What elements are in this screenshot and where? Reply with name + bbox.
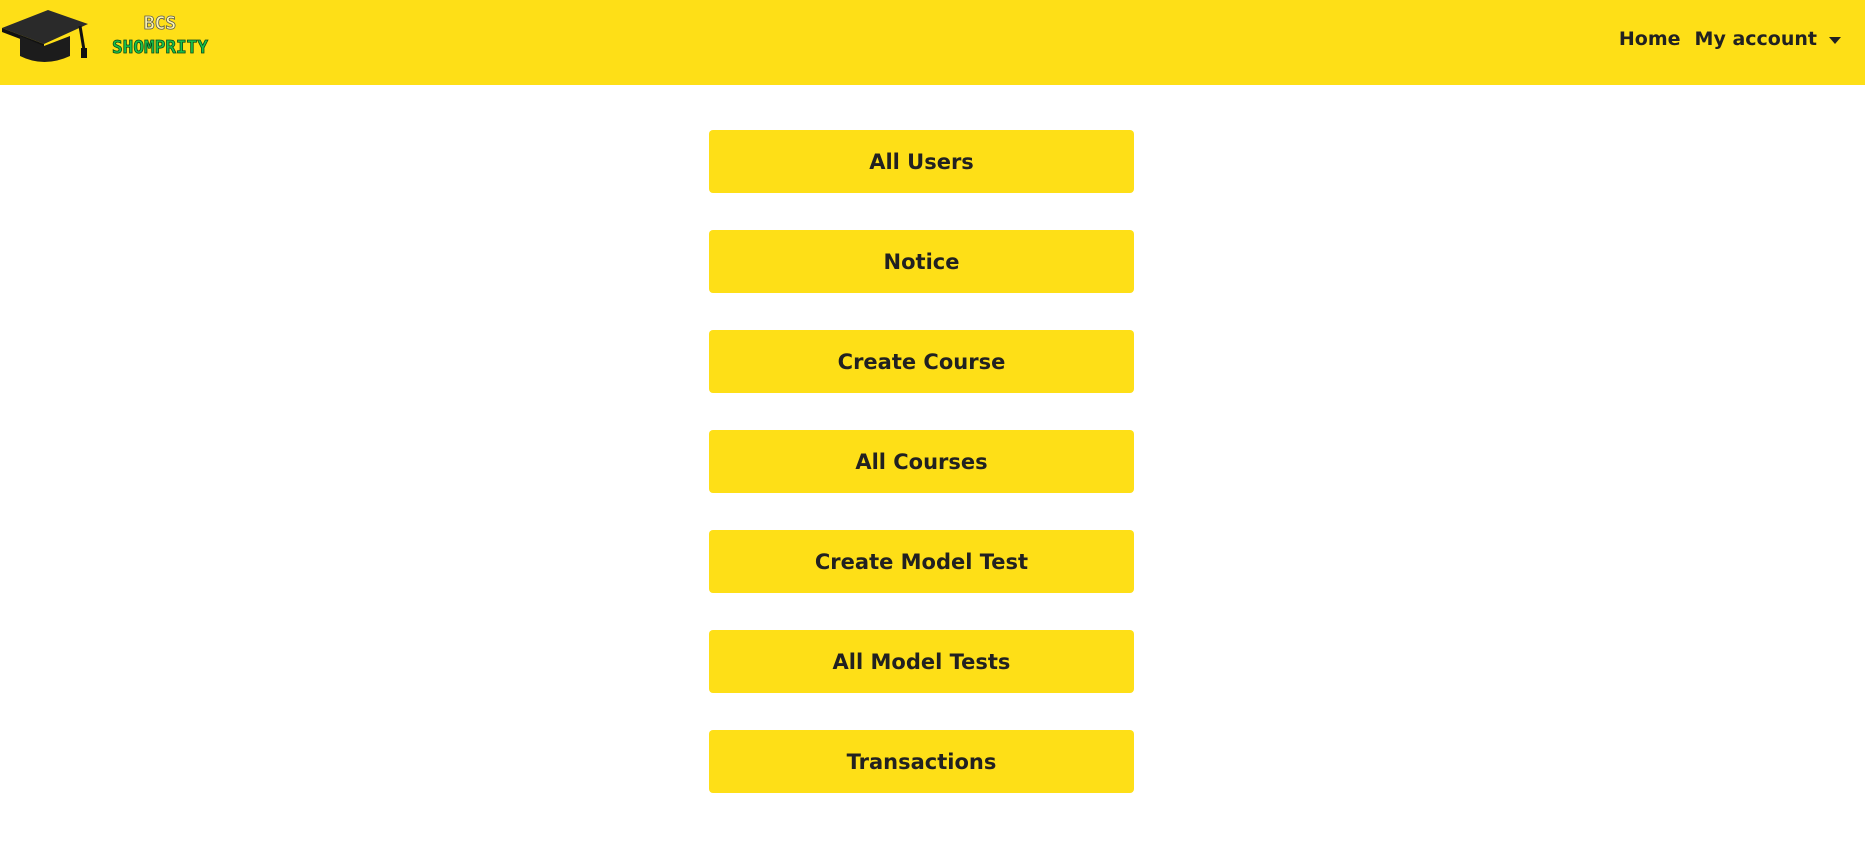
navbar: BCS SHOMPRITY Home My account [0, 0, 1865, 85]
all-users-button[interactable]: All Users [709, 130, 1134, 193]
transactions-button[interactable]: Transactions [709, 730, 1134, 793]
all-courses-button[interactable]: All Courses [709, 430, 1134, 493]
create-course-button[interactable]: Create Course [709, 330, 1134, 393]
graduation-cap-icon: BCS SHOMPRITY [2, 10, 209, 62]
nav-home-link[interactable]: Home [1619, 28, 1681, 50]
brand-line1: BCS [144, 13, 177, 34]
brand-logo[interactable]: BCS SHOMPRITY [0, 0, 215, 80]
nav-links: Home My account [1605, 22, 1841, 56]
caret-down-icon [1829, 36, 1841, 44]
nav-home-label: Home [1618, 28, 1681, 50]
create-model-test-button[interactable]: Create Model Test [709, 530, 1134, 593]
admin-menu: All Users Notice Create Course All Cours… [709, 130, 1134, 830]
all-model-tests-button[interactable]: All Model Tests [709, 630, 1134, 693]
my-account-dropdown[interactable]: My account [1695, 28, 1841, 50]
notice-button[interactable]: Notice [709, 230, 1134, 293]
my-account-label: My account [1694, 28, 1817, 50]
brand-line2: SHOMPRITY [112, 37, 208, 58]
